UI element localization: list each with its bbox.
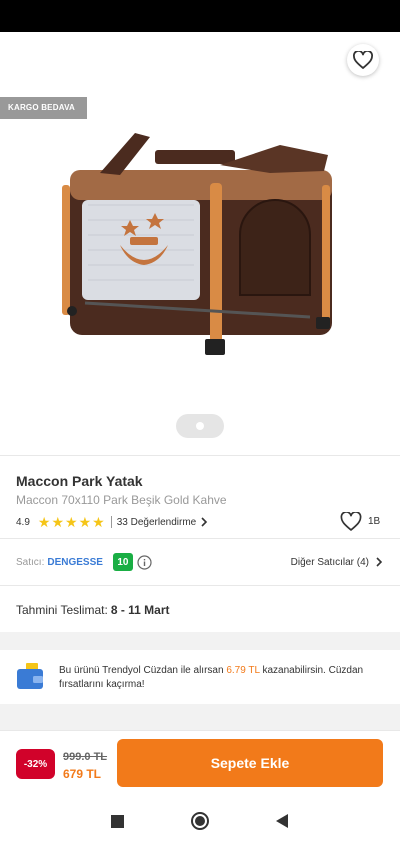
home-button[interactable]	[188, 809, 212, 833]
status-bar	[0, 0, 400, 32]
wallet-icon	[17, 663, 43, 689]
section-gap	[0, 704, 400, 730]
reviews-count: 33 Değerlendirme	[116, 516, 197, 528]
reviews-link[interactable]: 33 Değerlendirme	[117, 517, 210, 528]
wallet-amount: 6.79 TL	[226, 665, 260, 676]
current-price: 679 TL	[63, 767, 102, 781]
product-image	[62, 133, 332, 355]
info-icon[interactable]	[137, 554, 152, 570]
delivery-label: Tahmini Teslimat:	[16, 603, 108, 617]
seller-label: Satıcı:	[16, 556, 45, 568]
old-price: 999.0 TL	[63, 751, 108, 763]
circle-icon	[191, 812, 209, 830]
rating-row: 4.9 ★ ★ ★ ★ ★ 33 Değerlendirme	[16, 514, 209, 530]
star-icon: ★	[78, 514, 92, 530]
wallet-text-start: Bu ürünü Trendyol Cüzdan ile alırsan	[59, 665, 227, 676]
add-to-cart-button[interactable]: Sepete Ekle	[117, 739, 383, 787]
star-icon: ★	[92, 514, 105, 530]
divider	[0, 538, 400, 539]
other-sellers-label: Diğer Satıcılar (4)	[290, 556, 369, 568]
chevron-right-icon	[201, 517, 208, 527]
wallet-promo[interactable]: Bu ürünü Trendyol Cüzdan ile alırsan 6.7…	[0, 650, 400, 704]
discount-badge: -32%	[16, 749, 55, 779]
share-icon	[301, 50, 319, 70]
chevron-right-icon	[376, 557, 383, 567]
pagination-dot	[196, 422, 204, 430]
product-brand: Maccon Park Yatak	[16, 473, 143, 489]
section-gap	[0, 632, 400, 650]
rating-value: 4.9	[16, 516, 30, 528]
back-button[interactable]	[17, 44, 49, 76]
like-count: 1B	[368, 516, 381, 527]
star-icon: ★	[51, 514, 65, 530]
star-icon: ★	[65, 514, 78, 530]
system-nav-bar	[0, 797, 400, 844]
star-icon: ★	[37, 514, 51, 530]
share-button[interactable]	[294, 44, 326, 76]
divider	[0, 585, 400, 586]
favorite-button[interactable]	[347, 44, 379, 76]
seller-row: Satıcı: DENGESSE 10 Diğer Satıcılar (4)	[16, 553, 384, 571]
square-icon	[110, 814, 124, 828]
like-button[interactable]: 1B	[340, 512, 380, 531]
seller-score-badge: 10	[112, 553, 133, 571]
triangle-back-icon	[275, 814, 288, 828]
gallery-pagination	[176, 414, 224, 438]
free-shipping-badge: KARGO BEDAVA	[0, 97, 87, 119]
product-name: Maccon 70x110 Park Beşik Gold Kahve	[16, 493, 227, 507]
heart-outline-icon	[353, 51, 373, 69]
seller-name-link[interactable]: DENGESSE	[47, 557, 103, 568]
back-nav-button[interactable]	[270, 809, 294, 833]
checkout-bar: -32% 999.0 TL 679 TL Sepete Ekle	[0, 730, 400, 798]
separator	[110, 516, 112, 528]
divider	[0, 455, 400, 456]
wallet-promo-text: Bu ürünü Trendyol Cüzdan ile alırsan 6.7…	[59, 664, 389, 692]
delivery-dates: 8 - 11 Mart	[110, 603, 170, 617]
estimated-delivery: Tahmini Teslimat: 8 - 11 Mart	[16, 603, 170, 617]
arrow-left-icon	[25, 53, 41, 67]
rating-stars: ★ ★ ★ ★ ★	[38, 515, 106, 529]
other-sellers-link[interactable]: Diğer Satıcılar (4)	[291, 557, 384, 568]
heart-outline-icon	[340, 512, 362, 531]
recents-button[interactable]	[105, 809, 129, 833]
